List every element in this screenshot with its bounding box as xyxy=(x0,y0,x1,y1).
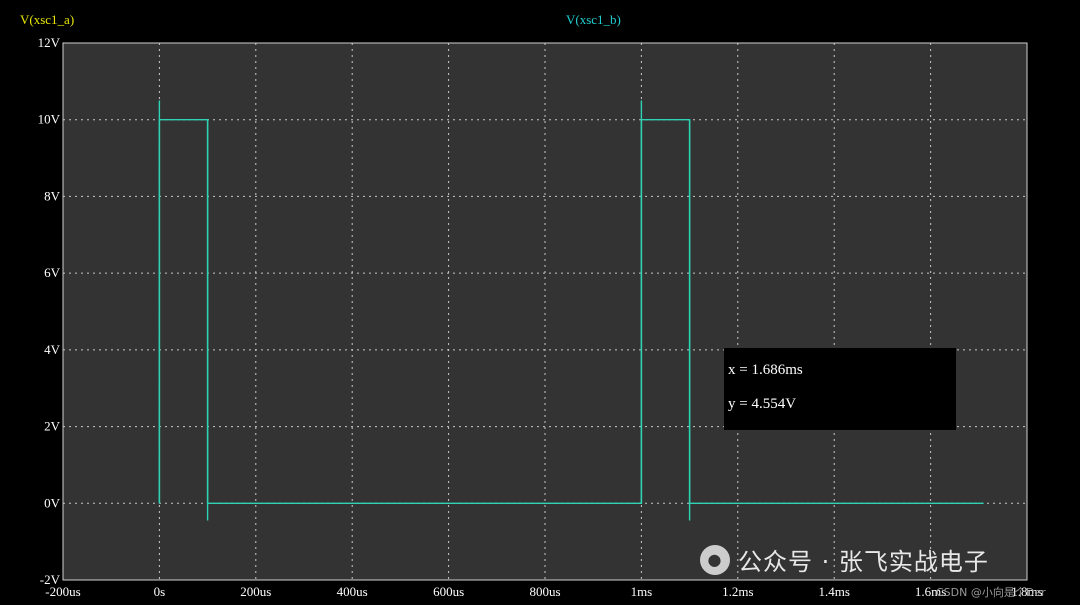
x-tick-label: 1.4ms xyxy=(818,584,849,599)
legend-series-b[interactable]: V(xsc1_b) xyxy=(566,12,621,28)
x-tick-label: -200us xyxy=(45,584,80,599)
watermark: ● 公众号 · 张飞实战电子 xyxy=(700,542,989,577)
x-tick-label: 1ms xyxy=(631,584,653,599)
x-tick-label: 600us xyxy=(433,584,464,599)
y-tick-label: 8V xyxy=(44,188,61,203)
cursor-y-value: y = 4.554V xyxy=(728,396,797,412)
cursor-readout-box: x = 1.686ms y = 4.554V xyxy=(724,348,956,430)
oscilloscope-plot: -2V0V2V4V6V8V10V12V-200us 0s 200us 400us 600… xyxy=(0,0,1080,605)
y-tick-label: 12V xyxy=(38,35,61,50)
legend-series-a[interactable]: V(xsc1_a) xyxy=(20,12,74,28)
cursor-x-value: x = 1.686ms xyxy=(728,362,803,378)
y-tick-label: 10V xyxy=(38,112,61,127)
y-tick-label: 4V xyxy=(44,342,61,357)
x-tick-label: 400us xyxy=(337,584,368,599)
x-tick-label: 1.2ms xyxy=(722,584,753,599)
x-tick-label: 0s xyxy=(154,584,166,599)
y-tick-label: 2V xyxy=(44,419,61,434)
wechat-icon: ● xyxy=(700,544,730,575)
watermark-text: 公众号 · 张飞实战电子 xyxy=(738,548,989,576)
x-tick-label: 200us xyxy=(240,584,271,599)
x-tick-label: 800us xyxy=(529,584,560,599)
y-tick-label: 0V xyxy=(44,495,61,510)
y-tick-label: 6V xyxy=(44,265,61,280)
credit-text: CSDN @小向是个Der xyxy=(936,586,1046,599)
